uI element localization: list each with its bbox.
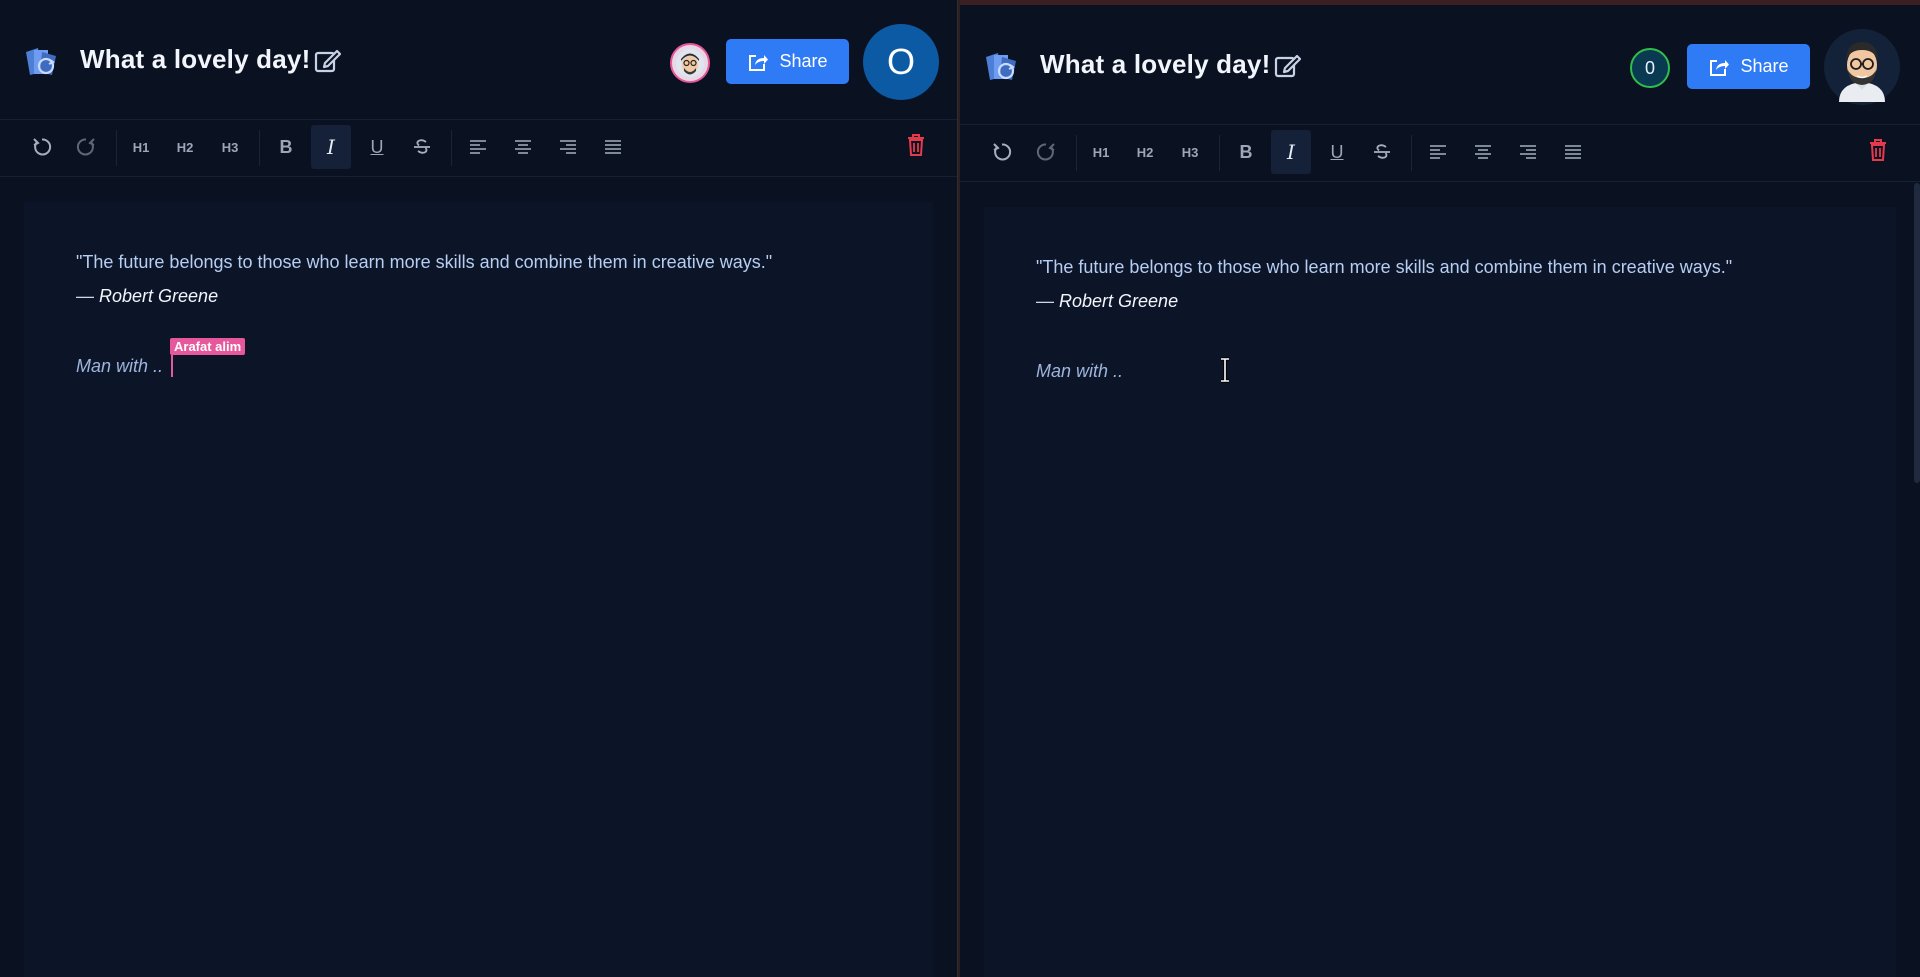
strikethrough-button[interactable] — [402, 125, 442, 169]
toolbar-divider — [116, 130, 117, 166]
avatar-face-icon — [676, 49, 704, 77]
align-center-icon — [1475, 145, 1491, 159]
toolbar-divider — [451, 130, 452, 166]
remote-cursor-label: Arafat alim — [170, 338, 246, 355]
share-button[interactable]: Share — [1687, 44, 1810, 89]
viewer-count-badge[interactable]: 0 — [1630, 48, 1670, 88]
editor-window-right: What a lovely day! 0 Share H1 H2 H3 B I … — [960, 0, 1920, 977]
document-title: What a lovely day! — [80, 44, 311, 74]
heading-2-button[interactable]: H2 — [1125, 130, 1165, 174]
redo-button[interactable] — [1026, 130, 1066, 174]
paragraph-text: Man with .. — [1036, 361, 1124, 381]
quote-text: "The future belongs to those who learn m… — [1036, 257, 1733, 277]
quote-text: "The future belongs to those who learn m… — [76, 252, 773, 272]
align-right-icon — [560, 140, 576, 154]
underline-button[interactable]: U — [357, 125, 397, 169]
toolbar-divider — [1076, 135, 1077, 171]
text-cursor-icon — [1221, 357, 1229, 383]
bold-button[interactable]: B — [266, 125, 306, 169]
align-center-button[interactable] — [1463, 130, 1503, 174]
align-justify-button[interactable] — [1553, 130, 1593, 174]
share-button[interactable]: Share — [726, 39, 849, 84]
undo-icon — [33, 138, 52, 156]
italic-button[interactable]: I — [1271, 130, 1311, 174]
toolbar-divider — [259, 130, 260, 166]
app-logo-icon[interactable] — [22, 44, 60, 78]
toolbar-divider — [1219, 135, 1220, 171]
undo-icon — [993, 143, 1012, 161]
heading-3-button[interactable]: H3 — [1170, 130, 1210, 174]
edit-title-icon[interactable] — [313, 47, 341, 75]
undo-button[interactable] — [982, 130, 1022, 174]
user-avatar-face-icon — [1839, 42, 1885, 102]
collaborator-avatar[interactable] — [670, 43, 710, 83]
align-right-button[interactable] — [548, 125, 588, 169]
author-name: Robert Greene — [1059, 291, 1179, 311]
align-center-button[interactable] — [503, 125, 543, 169]
align-justify-icon — [1565, 145, 1581, 159]
header: What a lovely day! 0 Share — [960, 5, 1920, 125]
align-left-button[interactable] — [1418, 130, 1458, 174]
author-dash: — — [1036, 291, 1054, 311]
share-label: Share — [1740, 56, 1789, 76]
formatting-toolbar: H1 H2 H3 B I U — [960, 125, 1920, 182]
align-left-button[interactable] — [458, 125, 498, 169]
toolbar-divider — [1411, 135, 1412, 171]
align-justify-icon — [605, 140, 621, 154]
document-title: What a lovely day! — [1040, 49, 1271, 79]
remote-cursor-caret — [171, 355, 173, 377]
share-icon — [1710, 59, 1730, 76]
quote-author: — Robert Greene — [76, 286, 218, 307]
header: What a lovely day! Share O — [0, 0, 957, 120]
document-editor[interactable]: "The future belongs to those who learn m… — [984, 207, 1896, 977]
align-left-icon — [1430, 145, 1446, 159]
underline-button[interactable]: U — [1317, 130, 1357, 174]
strikethrough-icon — [414, 139, 430, 154]
redo-icon — [76, 138, 95, 156]
user-avatar[interactable]: O — [863, 24, 939, 100]
align-right-icon — [1520, 145, 1536, 159]
heading-3-button[interactable]: H3 — [210, 125, 250, 169]
bold-button[interactable]: B — [1226, 130, 1266, 174]
heading-1-button[interactable]: H1 — [1081, 130, 1121, 174]
editor-scrollbar[interactable] — [1914, 183, 1920, 483]
heading-2-button[interactable]: H2 — [165, 125, 205, 169]
italic-button[interactable]: I — [311, 125, 351, 169]
share-label: Share — [779, 51, 828, 71]
align-right-button[interactable] — [1508, 130, 1548, 174]
paragraph-text: Man with .. — [76, 356, 164, 376]
heading-1-button[interactable]: H1 — [121, 125, 161, 169]
author-name: Robert Greene — [99, 286, 219, 306]
share-icon — [749, 54, 769, 71]
strikethrough-button[interactable] — [1362, 130, 1402, 174]
viewer-count: 0 — [1644, 57, 1655, 78]
align-left-icon — [470, 140, 486, 154]
delete-document-icon[interactable] — [1866, 137, 1890, 163]
document-editor[interactable]: "The future belongs to those who learn m… — [24, 202, 933, 977]
redo-icon — [1036, 143, 1055, 161]
undo-button[interactable] — [22, 125, 62, 169]
formatting-toolbar: H1 H2 H3 B I U — [0, 120, 957, 177]
redo-button[interactable] — [66, 125, 106, 169]
align-justify-button[interactable] — [593, 125, 633, 169]
app-logo-icon[interactable] — [982, 49, 1020, 83]
quote-author: — Robert Greene — [1036, 291, 1178, 312]
strikethrough-icon — [1374, 144, 1390, 159]
user-avatar[interactable] — [1824, 29, 1900, 105]
editor-window-left: What a lovely day! Share O H1 H2 H3 B I … — [0, 0, 958, 977]
user-initial: O — [886, 41, 915, 82]
author-dash: — — [76, 286, 94, 306]
align-center-icon — [515, 140, 531, 154]
delete-document-icon[interactable] — [904, 132, 928, 158]
edit-title-icon[interactable] — [1273, 52, 1301, 80]
